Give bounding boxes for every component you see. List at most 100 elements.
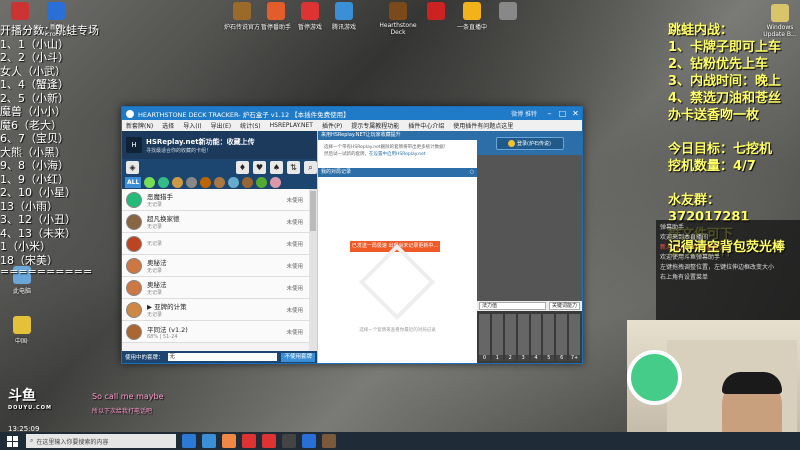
- menu-item[interactable]: 使用插件有问题点这里: [453, 121, 513, 130]
- filter-icon[interactable]: ⇅: [287, 160, 300, 174]
- menu-item[interactable]: 插件中心介绍: [408, 121, 444, 130]
- filter-icon[interactable]: ♠: [270, 160, 283, 174]
- taskbar-app-icon[interactable]: [202, 434, 216, 448]
- start-button[interactable]: [4, 434, 20, 448]
- overlay-line: 2、5（小新）: [0, 91, 69, 104]
- deck-list-item[interactable]: 无记录 未使用: [122, 233, 309, 255]
- chat-message: 右上角有设置菜单: [660, 274, 709, 281]
- menu-item[interactable]: 选择: [162, 121, 174, 130]
- taskbar-app-icon[interactable]: [302, 434, 316, 448]
- douyu-logo-text: 斗鱼: [8, 388, 36, 404]
- class-filter-icon[interactable]: [270, 176, 282, 188]
- taskbar-app-icon[interactable]: [182, 434, 196, 448]
- menu-item[interactable]: 导入(I): [183, 121, 201, 130]
- desktop-icon-label: 暂停番助手: [260, 24, 291, 31]
- deck-list-item[interactable]: 奥秘法 无记录 未使用: [122, 277, 309, 299]
- deck-tracker-window: HEARTHSTONE DECK TRACKER- 炉石盒子 v1.12 【本插…: [121, 106, 583, 364]
- menu-item[interactable]: 导出(E): [211, 121, 231, 130]
- mana-select[interactable]: 法力值: [479, 302, 546, 310]
- class-filter-icon[interactable]: [158, 176, 170, 188]
- mana-cost-label: 0: [479, 355, 490, 361]
- replay-header: 我的对局记录 ○: [318, 168, 477, 177]
- menu-item[interactable]: 提示专属教程功能: [351, 121, 399, 130]
- class-filter-icon[interactable]: [200, 176, 212, 188]
- filter-icon[interactable]: ♦: [236, 160, 249, 174]
- deck-footer: 使用中的套牌： 无 不使用套牌: [122, 351, 317, 363]
- no-deck-button[interactable]: 不使用套牌: [281, 352, 315, 362]
- desktop-icon-app[interactable]: 中国·: [2, 316, 42, 345]
- deck-list-scrollbar[interactable]: [309, 189, 317, 351]
- class-filter-all[interactable]: ALL: [125, 176, 142, 188]
- deck-record: 68% | 51-24: [147, 333, 178, 340]
- class-filter-icon[interactable]: [172, 176, 184, 188]
- refresh-icon[interactable]: ○: [470, 168, 474, 177]
- app-icon: [126, 109, 134, 118]
- desktop-icon-label: 腾讯游戏: [331, 24, 356, 31]
- mana-cost-label: 6: [556, 355, 568, 361]
- window-titlebar[interactable]: HEARTHSTONE DECK TRACKER- 炉石盒子 v1.12 【本插…: [122, 107, 582, 120]
- enable-hsreplay-link[interactable]: 在设置中启用HSReplay.net: [369, 152, 426, 157]
- login-button-label: 登录(炉石传说): [517, 140, 551, 147]
- mana-curve: 0 1 2 3 4 5 6 7+: [477, 312, 582, 363]
- class-filter-icon[interactable]: [228, 176, 240, 188]
- hsreplay-banner[interactable]: H HSReplay.net新功能：收藏上传 寻找最适合你的收藏的卡组！: [122, 131, 317, 159]
- filter-icon[interactable]: ♥: [253, 160, 266, 174]
- class-filter-icon[interactable]: [256, 176, 268, 188]
- deck-list-item[interactable]: 奥秘法 无记录 未使用: [122, 255, 309, 277]
- overlay-line: 1、1（小山）: [0, 37, 69, 50]
- app-icon: [499, 2, 517, 20]
- keyword-button[interactable]: 关键词能力: [548, 302, 580, 310]
- filter-icon[interactable]: ⌕: [304, 160, 317, 174]
- overlay-line: 女人（小武）: [0, 64, 66, 77]
- deck-status: 未使用: [286, 329, 303, 336]
- hearthstone-icon[interactable]: ◈: [126, 160, 139, 174]
- class-filter-icon[interactable]: [242, 176, 254, 188]
- stream-overlay-left: 开播分数：跳蛙专场 1、1（小山） 2、2（小斗） 女人（小武） 1、4（蟹逢） 2、5（…: [0, 22, 100, 279]
- overlay-line: 4、禁选刀油和苍丝: [668, 91, 782, 106]
- menu-item[interactable]: HSREPLAY.NET: [270, 122, 313, 129]
- mana-filter-row: 法力值 关键词能力: [477, 301, 582, 311]
- menu-item[interactable]: 插件(P): [322, 121, 342, 130]
- deck-list-item[interactable]: ▶ 亚牌的计策 无记录 未使用: [122, 299, 309, 321]
- overlay-line: 今日目标：七挖机: [668, 142, 773, 157]
- close-button[interactable]: ✕: [569, 109, 582, 118]
- deck-status: 未使用: [286, 263, 303, 270]
- deck-name: 奥秘法: [147, 281, 167, 289]
- minimize-button[interactable]: –: [543, 109, 556, 118]
- danmaku-chat-panel[interactable]: 弹幕助手 欢迎来到本直播间 新人 欢迎来到本直播间 欢迎使用斗鱼弹幕助手 左键拖拽调整位…: [656, 220, 800, 320]
- login-button[interactable]: 登录(炉石传说): [495, 136, 564, 150]
- desktop-icon-label: 此电脑: [12, 288, 31, 295]
- overlay-line: 挖机数量：4/7: [668, 159, 756, 174]
- class-icon: [126, 235, 142, 252]
- deck-list-item[interactable]: 平同法 (v1.2) 68% | 51-24 未使用: [122, 321, 309, 343]
- desktop-icon[interactable]: Hearthstone Deck: [378, 2, 418, 36]
- deck-list-item[interactable]: 超凡换家德 无记录 未使用: [122, 211, 309, 233]
- class-filter-icon[interactable]: [214, 176, 226, 188]
- desktop-icon[interactable]: 腾讯游戏: [324, 2, 364, 31]
- desktop-icon[interactable]: 一条直播中: [452, 2, 492, 31]
- taskbar-search[interactable]: ⌕ 在这里输入你要搜索的内容: [26, 434, 176, 448]
- mana-curve-column: 0: [479, 314, 490, 361]
- desktop-icon[interactable]: [416, 2, 456, 22]
- taskbar-app-icon[interactable]: [322, 434, 336, 448]
- overlay-line: 3、12（小丑）: [0, 213, 76, 225]
- desktop-icon[interactable]: [488, 2, 528, 22]
- taskbar-app-icon[interactable]: [282, 434, 296, 448]
- menu-item[interactable]: 新套牌(N): [126, 121, 153, 130]
- social-links[interactable]: 微博 推特: [511, 109, 537, 118]
- maximize-button[interactable]: □: [556, 109, 569, 118]
- overlay-line: 2、2（小斗）: [0, 51, 69, 63]
- taskbar-app-icon[interactable]: [222, 434, 236, 448]
- class-filter-icon[interactable]: [186, 176, 198, 188]
- deck-filter-bar: ◈ ♦ ♥ ♠ ⇅ ⌕: [122, 159, 317, 175]
- banner-subtitle: 寻找最适合你的收藏的卡组！: [146, 147, 212, 154]
- desktop-icon[interactable]: [0, 2, 40, 22]
- menu-item[interactable]: 统计(S): [240, 121, 261, 130]
- class-filter-icon[interactable]: [144, 176, 156, 188]
- login-area: 登录(炉石传说): [477, 131, 582, 155]
- coin-icon: [508, 139, 516, 147]
- empty-replay-message: 选择一个套牌来查看你最近的对局记录: [359, 328, 436, 333]
- taskbar-app-icon[interactable]: [262, 434, 276, 448]
- taskbar-app-icon[interactable]: [242, 434, 256, 448]
- deck-list-item[interactable]: 恶魔猎手 无记录 未使用: [122, 189, 309, 211]
